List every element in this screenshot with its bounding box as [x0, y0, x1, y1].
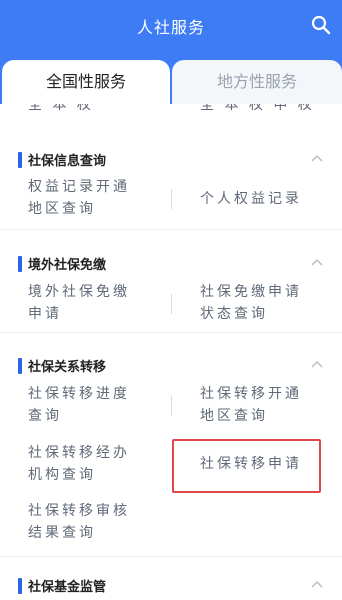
search-icon[interactable]	[310, 14, 332, 36]
cutoff-item-left[interactable]: 全 本 权	[28, 104, 94, 114]
item-line: 社保转移经办	[28, 445, 130, 461]
item-line: 地区查询	[200, 408, 268, 424]
item-line: 社保免缴申请	[200, 284, 302, 300]
item-line: 申请	[28, 306, 62, 322]
chevron-up-icon[interactable]	[310, 358, 324, 372]
chevron-up-icon[interactable]	[310, 256, 324, 270]
service-item[interactable]: 社保转移开通 地区查询	[200, 383, 302, 427]
cutoff-item-right[interactable]: 全 本 权 申 权	[200, 104, 315, 114]
section-title: 社保信息查询	[28, 154, 107, 169]
item-line: 状态查询	[200, 306, 268, 322]
service-list: 全 本 权 全 本 权 申 权 社保信息查询 权益记录开通 地区查询 个人权益记…	[0, 104, 342, 600]
item-line: 地区查询	[28, 201, 96, 217]
item-line: 结果查询	[28, 525, 96, 541]
divider	[0, 332, 342, 333]
item-line: 权益记录开通	[28, 179, 130, 195]
section-header[interactable]: 境外社保免缴	[18, 254, 328, 276]
item-line: 查询	[28, 408, 62, 424]
section-marker	[18, 152, 22, 168]
page-title: 人社服务	[136, 18, 205, 37]
section-header[interactable]: 社保信息查询	[18, 150, 328, 172]
chevron-up-icon[interactable]	[310, 152, 324, 166]
service-item[interactable]: 社保转移经办 机构查询	[28, 442, 130, 486]
item-line: 境外社保免缴	[28, 284, 130, 300]
divider	[0, 229, 342, 230]
section-marker	[18, 578, 22, 594]
service-item[interactable]: 境外社保免缴 申请	[28, 281, 130, 325]
section-header[interactable]: 社保关系转移	[18, 356, 328, 378]
highlight-box	[172, 439, 321, 493]
top-bar: 人社服务	[0, 0, 342, 52]
section-marker	[18, 256, 22, 272]
column-divider	[171, 294, 172, 314]
section-title: 境外社保免缴	[28, 258, 107, 273]
section-title: 社保基金监管	[28, 580, 107, 595]
column-divider	[171, 396, 172, 416]
section-header[interactable]: 社保基金监管	[18, 576, 328, 598]
divider	[0, 556, 342, 557]
item-line: 社保转移审核	[28, 503, 130, 519]
tab-local[interactable]: 地方性服务	[172, 60, 342, 104]
item-line: 社保转移进度	[28, 386, 130, 402]
section-marker	[18, 358, 22, 374]
section-title: 社保关系转移	[28, 360, 107, 375]
service-item[interactable]: 社保转移进度 查询	[28, 383, 130, 427]
tab-national[interactable]: 全国性服务	[2, 60, 170, 104]
service-tabs: 全国性服务 地方性服务	[0, 52, 342, 104]
cutoff-row: 全 本 权 全 本 权 申 权	[0, 104, 342, 116]
service-item[interactable]: 权益记录开通 地区查询	[28, 176, 130, 220]
service-item[interactable]: 个人权益记录	[200, 188, 302, 210]
item-line: 机构查询	[28, 467, 96, 483]
service-item[interactable]: 社保转移审核 结果查询	[28, 500, 130, 544]
item-line: 社保转移开通	[200, 386, 302, 402]
item-line: 个人权益记录	[200, 191, 302, 207]
column-divider	[171, 189, 172, 209]
chevron-up-icon[interactable]	[310, 578, 324, 592]
service-item[interactable]: 社保免缴申请 状态查询	[200, 281, 302, 325]
